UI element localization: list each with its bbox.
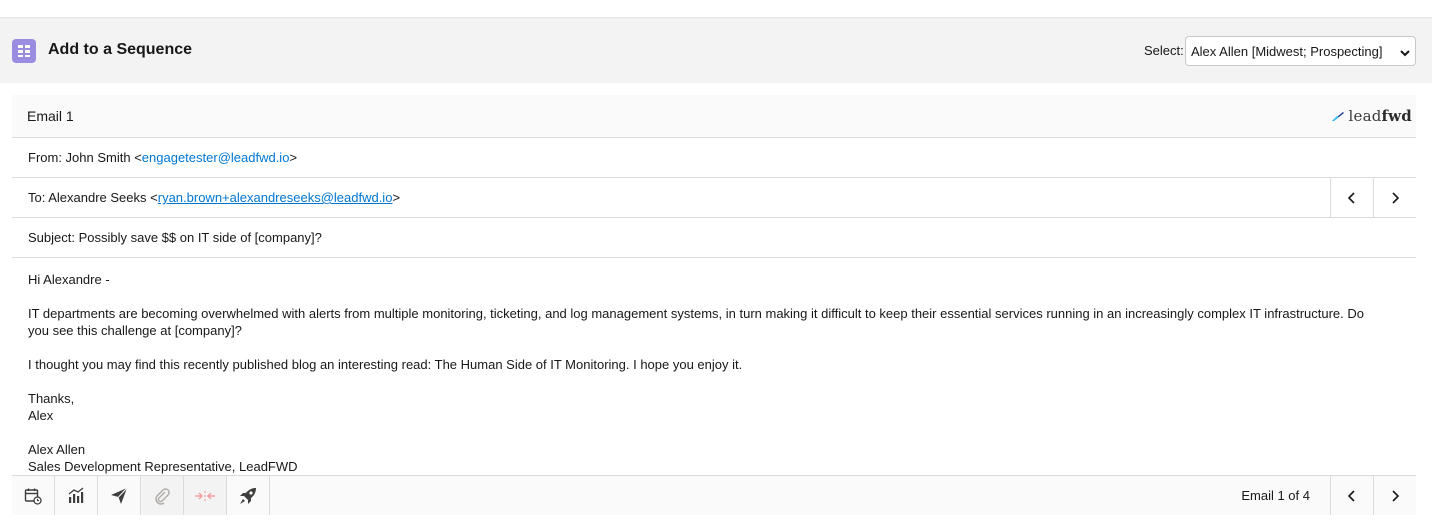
- body-paragraph-1: IT departments are becoming overwhelmed …: [28, 306, 1365, 338]
- prev-recipient-button[interactable]: [1330, 178, 1373, 217]
- body-signature: Alex Allen Sales Development Representati…: [28, 442, 298, 474]
- leadfwd-logo: leadfwd: [1331, 107, 1413, 125]
- from-suffix: >: [289, 150, 298, 165]
- to-email-link[interactable]: ryan.brown+alexandreseeks@leadfwd.io: [158, 190, 393, 205]
- email-title: Email 1: [27, 108, 74, 124]
- calendar-clock-icon: [24, 488, 42, 505]
- email-nav: [1330, 476, 1416, 515]
- logo-text: leadfwd: [1348, 107, 1412, 125]
- email-body: Hi Alexandre - IT departments are becomi…: [28, 271, 1368, 492]
- to-label: To: Alexandre Seeks <: [28, 190, 158, 205]
- chevron-right-icon: [1392, 191, 1400, 204]
- email-card: Email 1 leadfwd From: John Smith < engage…: [12, 95, 1416, 523]
- toolbar-tools: [12, 476, 270, 515]
- merge-icon: [195, 490, 215, 501]
- subject-row: Subject: Possibly save $$ on IT side of …: [12, 218, 1416, 258]
- rocket-icon: [240, 487, 256, 504]
- paperclip-icon: [155, 487, 170, 505]
- recipient-nav: [1330, 178, 1416, 217]
- launch-button[interactable]: [227, 476, 270, 515]
- next-recipient-button[interactable]: [1373, 178, 1416, 217]
- to-suffix: >: [392, 190, 401, 205]
- body-paragraph-2: I thought you may find this recently pub…: [28, 357, 743, 372]
- sequence-select[interactable]: Alex Allen [Midwest; Prospecting]: [1185, 36, 1416, 66]
- from-row: From: John Smith < engagetester@leadfwd.i…: [12, 138, 1416, 178]
- sequence-icon: [12, 39, 36, 63]
- email-footer-toolbar: Email 1 of 4: [12, 475, 1416, 515]
- merge-fields-button[interactable]: [184, 476, 227, 515]
- subject-text: Subject: Possibly save $$ on IT side of …: [28, 230, 322, 245]
- email-card-header: Email 1 leadfwd: [12, 95, 1416, 138]
- body-closing: Thanks, Alex: [28, 391, 75, 423]
- chevron-right-icon: [1392, 489, 1400, 502]
- paper-plane-icon: [111, 487, 128, 504]
- schedule-button[interactable]: [12, 476, 55, 515]
- prev-email-button[interactable]: [1330, 476, 1373, 515]
- email-counter: Email 1 of 4: [1241, 488, 1310, 503]
- send-button[interactable]: [98, 476, 141, 515]
- chevron-down-icon: [1400, 46, 1410, 61]
- select-label: Select:: [1144, 43, 1184, 58]
- top-strip: [0, 0, 1432, 18]
- sequence-select-value: Alex Allen [Midwest; Prospecting]: [1191, 43, 1383, 59]
- chevron-left-icon: [1347, 489, 1355, 502]
- bar-chart-icon: [68, 486, 84, 503]
- from-email-link[interactable]: engagetester@leadfwd.io: [142, 150, 290, 165]
- page-title: Add to a Sequence: [48, 41, 193, 58]
- to-row: To: Alexandre Seeks < ryan.brown+alexandr…: [12, 178, 1416, 218]
- from-label: From: John Smith <: [28, 150, 142, 165]
- page-header: Add to a Sequence Select: Alex Allen [Mi…: [0, 18, 1432, 83]
- analytics-button[interactable]: [55, 476, 98, 515]
- body-greeting: Hi Alexandre -: [28, 272, 110, 287]
- chevron-left-icon: [1347, 191, 1355, 204]
- attachment-button[interactable]: [141, 476, 184, 515]
- leadfwd-logo-icon: [1331, 112, 1344, 121]
- next-email-button[interactable]: [1373, 476, 1416, 515]
